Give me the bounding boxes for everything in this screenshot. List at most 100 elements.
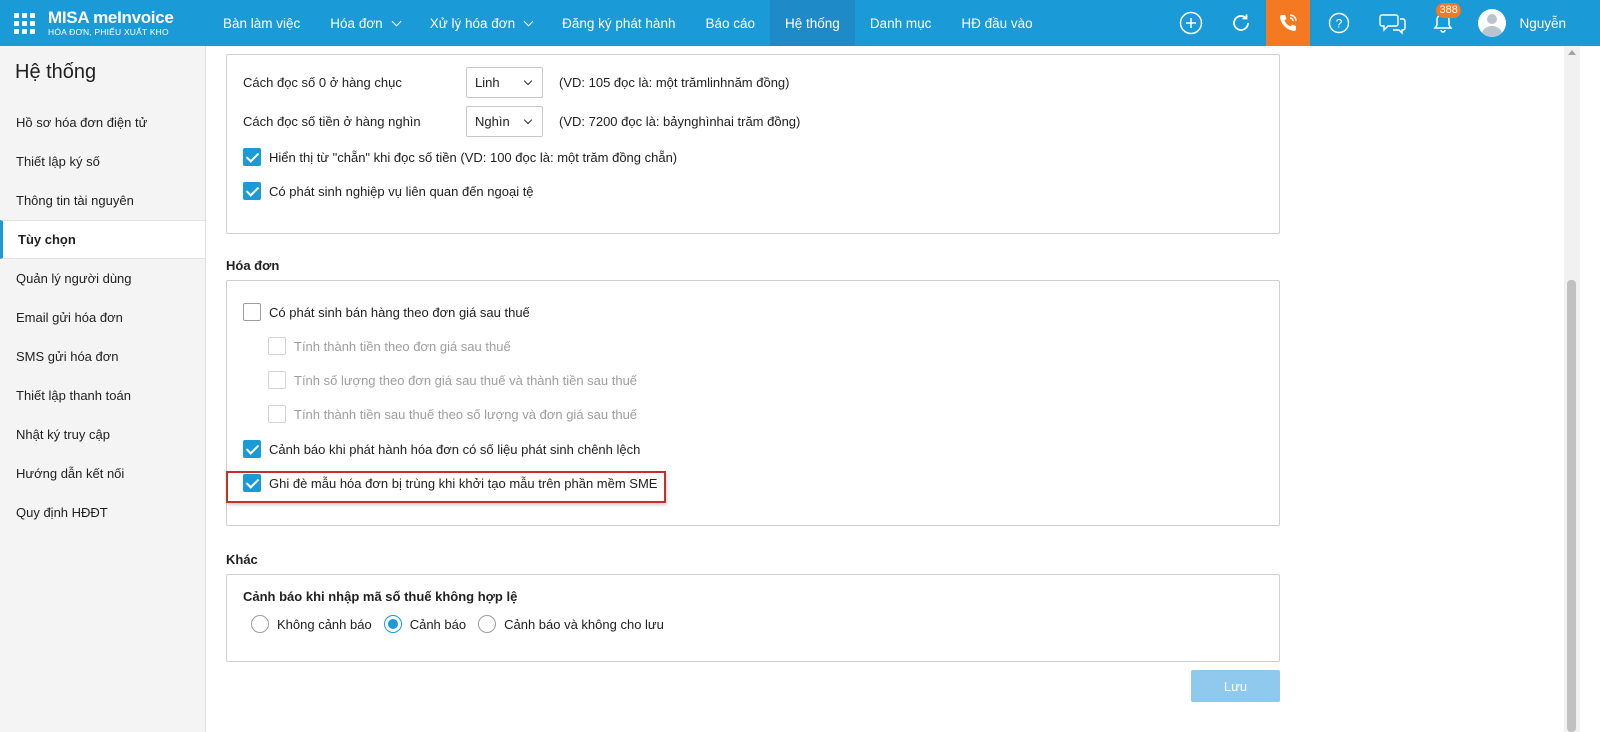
nav-item-ban-lam-viec[interactable]: Bàn làm việc bbox=[208, 0, 315, 46]
help-icon[interactable]: ? bbox=[1310, 0, 1368, 46]
after-tax-sub3-row: Tính thành tiền sau thuế theo số lượng v… bbox=[268, 405, 637, 423]
thousands-hint: (VD: 7200 đọc là: bảynghìnhai trăm đồng) bbox=[559, 114, 801, 129]
sidebar-item-thanh-toan[interactable]: Thiết lập thanh toán bbox=[0, 376, 205, 415]
brand-tagline: HÓA ĐƠN, PHIẾU XUẤT KHO bbox=[48, 27, 169, 38]
radio-warning[interactable] bbox=[383, 615, 402, 633]
chevron-down-icon bbox=[523, 16, 534, 26]
app-grid-icon[interactable] bbox=[0, 0, 48, 46]
show-chan-row: Hiển thị từ "chẵn" khi đọc số tiền (VD: … bbox=[243, 148, 677, 166]
brand-name: MISA meInvoice bbox=[48, 8, 174, 28]
zero-tens-select[interactable]: Linh bbox=[466, 67, 543, 98]
bell-icon[interactable]: 388 bbox=[1418, 0, 1468, 46]
foreign-currency-row: Có phát sinh nghiệp vụ liên quan đến ngo… bbox=[243, 182, 534, 200]
top-right-tools: ? 388 Nguyễn bbox=[1166, 0, 1600, 46]
other-section-title: Khác bbox=[226, 552, 258, 567]
after-tax-sub1-label: Tính thành tiền theo đơn giá sau thuế bbox=[294, 338, 511, 354]
brand-logo[interactable]: MISA meInvoice HÓA ĐƠN, PHIẾU XUẤT KHO bbox=[48, 9, 208, 37]
user-name: Nguyễn bbox=[1519, 15, 1566, 31]
after-tax-checkbox[interactable] bbox=[243, 303, 261, 321]
save-button[interactable]: Lưu bbox=[1191, 670, 1280, 702]
warn-diff-row: Cảnh báo khi phát hành hóa đơn có số liệ… bbox=[243, 440, 640, 458]
invoice-section-title: Hóa đơn bbox=[226, 258, 280, 273]
main-nav: Bàn làm việc Hóa đơn Xử lý hóa đơn Đăng … bbox=[208, 0, 1048, 46]
thousands-select[interactable]: Nghìn bbox=[466, 106, 543, 137]
radio-warning-block[interactable] bbox=[478, 615, 497, 633]
after-tax-sub3-label: Tính thành tiền sau thuế theo số lượng v… bbox=[294, 406, 638, 422]
after-tax-sub2-label: Tính số lượng theo đơn giá sau thuế và t… bbox=[294, 372, 638, 388]
nav-label: Báo cáo bbox=[705, 15, 756, 31]
sidebar-item-tuy-chon[interactable]: Tùy chọn bbox=[0, 220, 205, 259]
sidebar-item-ho-so-hoa-don[interactable]: Hồ sơ hóa đơn điện tử bbox=[0, 103, 205, 142]
top-bar: MISA meInvoice HÓA ĐƠN, PHIẾU XUẤT KHO B… bbox=[0, 0, 1600, 46]
zero-tens-value: Linh bbox=[475, 75, 500, 90]
zero-tens-label: Cách đọc số 0 ở hàng chục bbox=[243, 75, 402, 90]
after-tax-sub3-checkbox[interactable] bbox=[268, 405, 286, 423]
nav-label: Hệ thống bbox=[785, 15, 840, 31]
thousands-row: Cách đọc số tiền ở hàng nghìn Nghìn (VD:… bbox=[243, 106, 800, 137]
sidebar-item-nhat-ky[interactable]: Nhật ký truy cập bbox=[0, 415, 205, 454]
notification-badge: 388 bbox=[1436, 3, 1461, 18]
highlight-box bbox=[226, 471, 666, 503]
thousands-value: Nghìn bbox=[475, 114, 510, 129]
after-tax-sub2-checkbox[interactable] bbox=[268, 371, 286, 389]
tax-code-title: Cảnh báo khi nhập mã số thuế không hợp l… bbox=[243, 589, 517, 604]
tax-code-radio-group: Không cảnh báo Cảnh báo Cảnh báo và khôn… bbox=[251, 615, 664, 633]
sidebar: Hệ thống Hồ sơ hóa đơn điện tử Thiết lập… bbox=[0, 46, 206, 732]
nav-item-bao-cao[interactable]: Báo cáo bbox=[690, 0, 770, 46]
other-options-panel: Cảnh báo khi nhập mã số thuế không hợp l… bbox=[226, 574, 1280, 662]
chat-icon[interactable] bbox=[1368, 0, 1418, 46]
warn-diff-label: Cảnh báo khi phát hành hóa đơn có số liệ… bbox=[269, 441, 641, 457]
reading-options-panel: Cách đọc số 0 ở hàng chục Linh (VD: 105 … bbox=[226, 54, 1280, 234]
nav-label: HĐ đầu vào bbox=[961, 15, 1033, 31]
show-chan-label: Hiển thị từ "chẵn" khi đọc số tiền (VD: … bbox=[269, 149, 678, 165]
zero-tens-hint: (VD: 105 đọc là: một trămlinhnăm đồng) bbox=[559, 75, 790, 90]
sidebar-item-quan-ly-nguoi-dung[interactable]: Quản lý người dùng bbox=[0, 259, 205, 298]
nav-item-he-thong[interactable]: Hệ thống bbox=[770, 0, 855, 46]
after-tax-sub1-checkbox[interactable] bbox=[268, 337, 286, 355]
add-icon[interactable] bbox=[1166, 0, 1216, 46]
svg-text:?: ? bbox=[1336, 17, 1343, 31]
nav-label: Đăng ký phát hành bbox=[562, 15, 676, 31]
sidebar-item-huong-dan[interactable]: Hướng dẫn kết nối bbox=[0, 454, 205, 493]
sidebar-item-quy-dinh[interactable]: Quy định HĐĐT bbox=[0, 493, 205, 532]
radio-no-warning-label: Không cảnh báo bbox=[277, 616, 372, 632]
nav-item-dang-ky-phat-hanh[interactable]: Đăng ký phát hành bbox=[547, 0, 690, 46]
nav-label: Bàn làm việc bbox=[223, 15, 301, 31]
sidebar-title: Hệ thống bbox=[15, 61, 97, 83]
refresh-icon[interactable] bbox=[1216, 0, 1266, 46]
warn-diff-checkbox[interactable] bbox=[243, 440, 261, 458]
radio-warning-label: Cảnh báo bbox=[409, 616, 467, 632]
after-tax-row: Có phát sinh bán hàng theo đơn giá sau t… bbox=[243, 303, 530, 321]
sidebar-item-thong-tin-tai-nguyen[interactable]: Thông tin tài nguyên bbox=[0, 181, 205, 220]
sidebar-item-thiet-lap-ky-so[interactable]: Thiết lập ký số bbox=[0, 142, 205, 181]
nav-item-xu-ly-hoa-don[interactable]: Xử lý hóa đơn bbox=[415, 0, 547, 46]
main-content: Cách đọc số 0 ở hàng chục Linh (VD: 105 … bbox=[206, 46, 1564, 732]
phone-icon[interactable] bbox=[1266, 0, 1311, 46]
chevron-down-icon bbox=[523, 76, 533, 86]
sidebar-item-email[interactable]: Email gửi hóa đơn bbox=[0, 298, 205, 337]
radio-warning-block-label: Cảnh báo và không cho lưu bbox=[504, 616, 664, 632]
user-menu[interactable]: Nguyễn bbox=[1468, 0, 1600, 46]
radio-no-warning[interactable] bbox=[251, 615, 269, 633]
tax-code-title-text: Cảnh báo khi nhập mã số thuế không hợp l… bbox=[243, 589, 518, 604]
foreign-currency-checkbox[interactable] bbox=[243, 182, 261, 200]
after-tax-label: Có phát sinh bán hàng theo đơn giá sau t… bbox=[269, 304, 530, 320]
scrollbar[interactable] bbox=[1564, 46, 1580, 732]
avatar bbox=[1478, 9, 1507, 37]
sidebar-item-sms[interactable]: SMS gửi hóa đơn bbox=[0, 337, 205, 376]
nav-label: Hóa đơn bbox=[330, 15, 383, 31]
zero-tens-row: Cách đọc số 0 ở hàng chục Linh (VD: 105 … bbox=[243, 67, 790, 98]
show-chan-checkbox[interactable] bbox=[243, 148, 261, 166]
after-tax-sub2-row: Tính số lượng theo đơn giá sau thuế và t… bbox=[268, 371, 637, 389]
nav-label: Danh mục bbox=[869, 15, 932, 31]
chevron-down-icon bbox=[523, 115, 533, 125]
scrollbar-thumb[interactable] bbox=[1567, 280, 1576, 732]
foreign-currency-label: Có phát sinh nghiệp vụ liên quan đến ngo… bbox=[269, 183, 534, 199]
after-tax-sub1-row: Tính thành tiền theo đơn giá sau thuế bbox=[268, 337, 511, 355]
scroll-up-icon[interactable] bbox=[1568, 50, 1576, 55]
chevron-down-icon bbox=[391, 16, 402, 26]
nav-item-hd-dau-vao[interactable]: HĐ đầu vào bbox=[946, 0, 1047, 46]
nav-item-hoa-don[interactable]: Hóa đơn bbox=[315, 0, 414, 46]
nav-label: Xử lý hóa đơn bbox=[429, 15, 516, 31]
nav-item-danh-muc[interactable]: Danh mục bbox=[855, 0, 947, 46]
